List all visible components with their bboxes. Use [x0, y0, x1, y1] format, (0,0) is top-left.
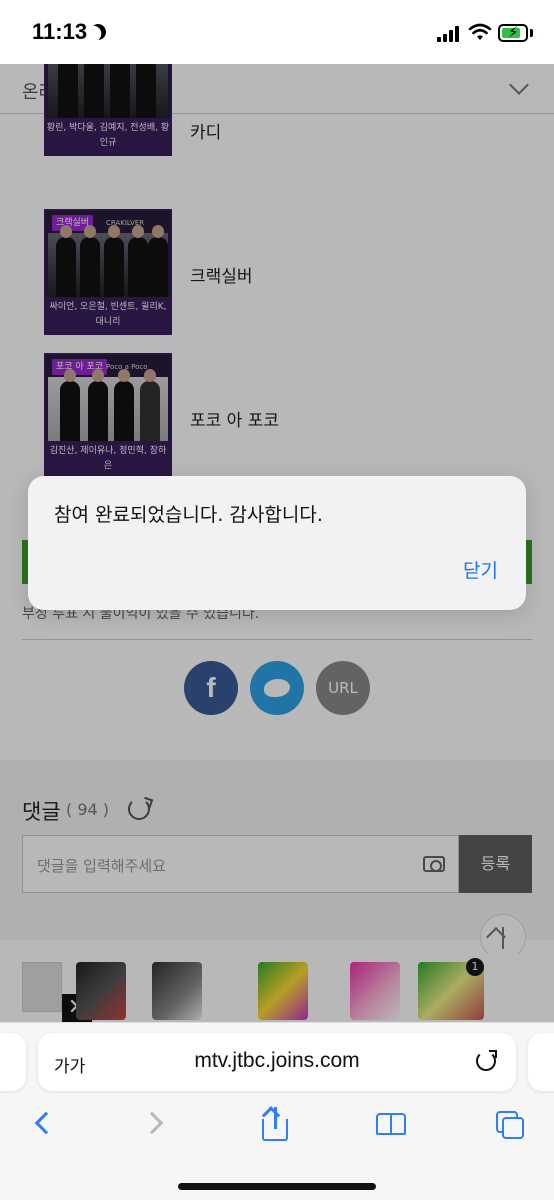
alert-dialog: 참여 완료되었습니다. 감사합니다. 닫기 [28, 476, 526, 610]
battery-charging-icon: ⚡ [498, 23, 528, 42]
back-icon[interactable] [26, 1107, 60, 1141]
share-icon[interactable] [258, 1107, 292, 1141]
next-tab-preview[interactable] [528, 1033, 554, 1091]
battery-tip [530, 29, 533, 37]
tabs-icon[interactable] [494, 1107, 528, 1141]
alert-close-button[interactable]: 닫기 [463, 556, 498, 583]
status-bar: 11:13 ⚡ [0, 0, 554, 64]
address-url[interactable]: mtv.jtbc.joins.com [38, 1049, 516, 1073]
alert-message: 참여 완료되었습니다. 감사합니다. [54, 504, 323, 526]
reload-icon[interactable] [476, 1050, 497, 1071]
bookmarks-icon[interactable] [374, 1107, 408, 1141]
signal-icon [437, 26, 461, 42]
home-indicator [178, 1183, 376, 1190]
address-bar[interactable]: 가가 mtv.jtbc.joins.com [38, 1033, 516, 1091]
forward-icon[interactable] [140, 1107, 174, 1141]
previous-tab-preview[interactable] [0, 1033, 26, 1091]
browser-toolbar: 가가 mtv.jtbc.joins.com [0, 1022, 554, 1200]
moon-icon [88, 22, 109, 43]
wifi-icon [468, 23, 492, 40]
status-time: 11:13 [32, 19, 88, 44]
